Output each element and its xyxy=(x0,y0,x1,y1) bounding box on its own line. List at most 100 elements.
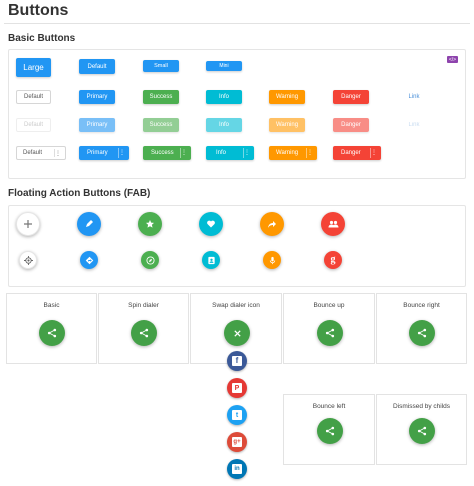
dialer-card-bounce-left: Bounce left xyxy=(283,394,375,465)
compass-icon xyxy=(145,255,155,265)
star-fab[interactable] xyxy=(138,212,162,236)
info-button-disabled: Info xyxy=(206,118,242,132)
mic-icon xyxy=(268,256,277,265)
share-icon xyxy=(417,328,427,338)
default-button[interactable]: Default xyxy=(16,90,51,104)
edit-fab[interactable] xyxy=(77,212,101,236)
share-icon xyxy=(139,328,149,338)
dropdown-dots-icon[interactable]: ⋮ xyxy=(55,150,61,157)
danger-split-label: Danger xyxy=(341,150,361,156)
bounce-left-fab[interactable] xyxy=(317,418,343,444)
info-button[interactable]: Info xyxy=(206,90,242,104)
google-icon: g xyxy=(330,254,336,265)
basic-buttons-heading: Basic Buttons xyxy=(8,33,76,44)
info-split-button[interactable]: Info ⋮ xyxy=(206,146,254,160)
google-fab[interactable]: g xyxy=(324,251,342,269)
share-icon xyxy=(47,328,57,338)
fab-panel: g xyxy=(8,205,466,287)
dropdown-dots-icon[interactable]: ⋮ xyxy=(244,149,250,156)
card-label: Dismissed by childs xyxy=(392,403,451,410)
card-label: Bounce up xyxy=(313,302,345,309)
directions-fab[interactable] xyxy=(80,251,98,269)
warning-button[interactable]: Warning xyxy=(269,90,305,104)
contact-fab[interactable] xyxy=(202,251,220,269)
basic-dialer-fab[interactable] xyxy=(39,320,65,346)
facebook-share-button[interactable]: f xyxy=(227,351,247,371)
primary-button[interactable]: Primary xyxy=(79,90,115,104)
mini-button[interactable]: Mini xyxy=(206,61,242,71)
pencil-icon xyxy=(84,219,94,229)
title-divider xyxy=(4,23,470,24)
close-icon xyxy=(233,329,242,338)
warning-split-label: Warning xyxy=(276,150,299,156)
heart-icon xyxy=(206,219,216,229)
primary-split-label: Primary xyxy=(87,150,108,156)
success-split-button[interactable]: Success ⋮ xyxy=(143,146,191,160)
info-split-label: Info xyxy=(216,150,227,156)
danger-split-button[interactable]: Danger ⋮ xyxy=(333,146,381,160)
danger-button[interactable]: Danger xyxy=(333,90,369,104)
twitter-icon: t xyxy=(232,410,242,420)
default-button-disabled: Default xyxy=(16,118,51,132)
group-icon xyxy=(328,219,339,229)
dropdown-dots-icon[interactable]: ⋮ xyxy=(307,149,313,156)
basic-buttons-panel: </> Large Default Small Mini Default Pri… xyxy=(8,49,466,179)
link-button[interactable]: Link xyxy=(399,90,429,104)
directions-icon xyxy=(85,256,94,265)
success-split-label: Success xyxy=(151,150,174,156)
target-fab[interactable] xyxy=(19,251,37,269)
dialer-card-basic: Basic xyxy=(6,293,97,364)
fab-heading: Floating Action Buttons (FAB) xyxy=(8,188,151,199)
primary-button-disabled: Primary xyxy=(79,118,115,132)
group-fab[interactable] xyxy=(321,212,345,236)
google-plus-share-button[interactable]: g+ xyxy=(227,432,247,452)
share-fab[interactable] xyxy=(260,212,284,236)
linkedin-icon: in xyxy=(232,464,242,474)
card-label: Bounce left xyxy=(312,403,346,410)
facebook-icon: f xyxy=(232,356,242,366)
target-icon xyxy=(23,255,33,265)
dropdown-dots-icon[interactable]: ⋮ xyxy=(119,149,125,156)
primary-split-button[interactable]: Primary ⋮ xyxy=(79,146,129,160)
dialer-card-dismissed-by-childs: Dismissed by childs xyxy=(376,394,467,465)
code-toggle-badge[interactable]: </> xyxy=(447,56,458,63)
success-button-disabled: Success xyxy=(143,118,179,132)
heart-fab[interactable] xyxy=(199,212,223,236)
default-size-button[interactable]: Default xyxy=(79,59,115,74)
bounce-up-fab[interactable] xyxy=(317,320,343,346)
warning-split-button[interactable]: Warning ⋮ xyxy=(269,146,317,160)
card-label: Bounce right xyxy=(403,302,440,309)
success-button[interactable]: Success xyxy=(143,90,179,104)
compass-fab[interactable] xyxy=(141,251,159,269)
contact-icon xyxy=(207,256,216,265)
danger-button-disabled: Danger xyxy=(333,118,369,132)
twitter-share-button[interactable]: t xyxy=(227,405,247,425)
card-label: Spin dialer xyxy=(128,302,159,309)
share-icon xyxy=(417,426,427,436)
spin-dialer-fab[interactable] xyxy=(131,320,157,346)
linkedin-share-button[interactable]: in xyxy=(227,459,247,479)
bounce-right-fab[interactable] xyxy=(409,320,435,346)
warning-button-disabled: Warning xyxy=(269,118,305,132)
large-button[interactable]: Large xyxy=(16,58,51,77)
default-split-label: Default xyxy=(23,150,43,156)
share-icon xyxy=(325,328,335,338)
dropdown-dots-icon[interactable]: ⋮ xyxy=(371,149,377,156)
mic-fab[interactable] xyxy=(263,251,281,269)
plus-icon xyxy=(23,219,33,229)
dialer-card-bounce-right: Bounce right xyxy=(376,293,467,364)
pinterest-share-button[interactable]: P xyxy=(227,378,247,398)
small-button[interactable]: Small xyxy=(143,60,179,72)
share-icon xyxy=(325,426,335,436)
default-split-button[interactable]: Default ⋮ xyxy=(16,146,66,160)
share-arrow-icon xyxy=(267,219,277,229)
dropdown-dots-icon[interactable]: ⋮ xyxy=(181,149,187,156)
google-plus-icon: g+ xyxy=(232,437,242,447)
plus-fab[interactable] xyxy=(16,212,40,236)
pinterest-icon: P xyxy=(232,383,242,393)
card-label: Basic xyxy=(43,302,60,309)
dialer-card-bounce-up: Bounce up xyxy=(283,293,375,364)
swap-dialer-fab[interactable] xyxy=(224,320,250,346)
card-label: Swap dialer icon xyxy=(212,302,260,309)
dismissed-by-childs-fab[interactable] xyxy=(409,418,435,444)
